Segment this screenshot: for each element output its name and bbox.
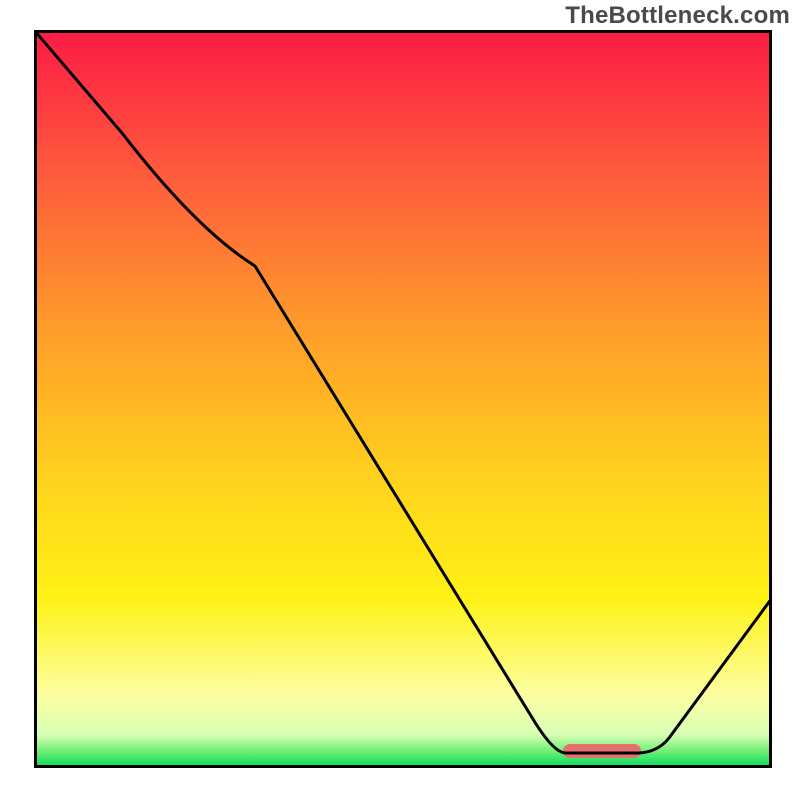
watermark-text: TheBottleneck.com bbox=[565, 2, 790, 30]
chart-svg bbox=[34, 30, 772, 768]
chart-plot-area bbox=[34, 30, 772, 768]
gradient-background bbox=[34, 30, 772, 768]
chart-stage: TheBottleneck.com bbox=[0, 0, 800, 800]
sweet-spot-marker bbox=[563, 744, 641, 758]
